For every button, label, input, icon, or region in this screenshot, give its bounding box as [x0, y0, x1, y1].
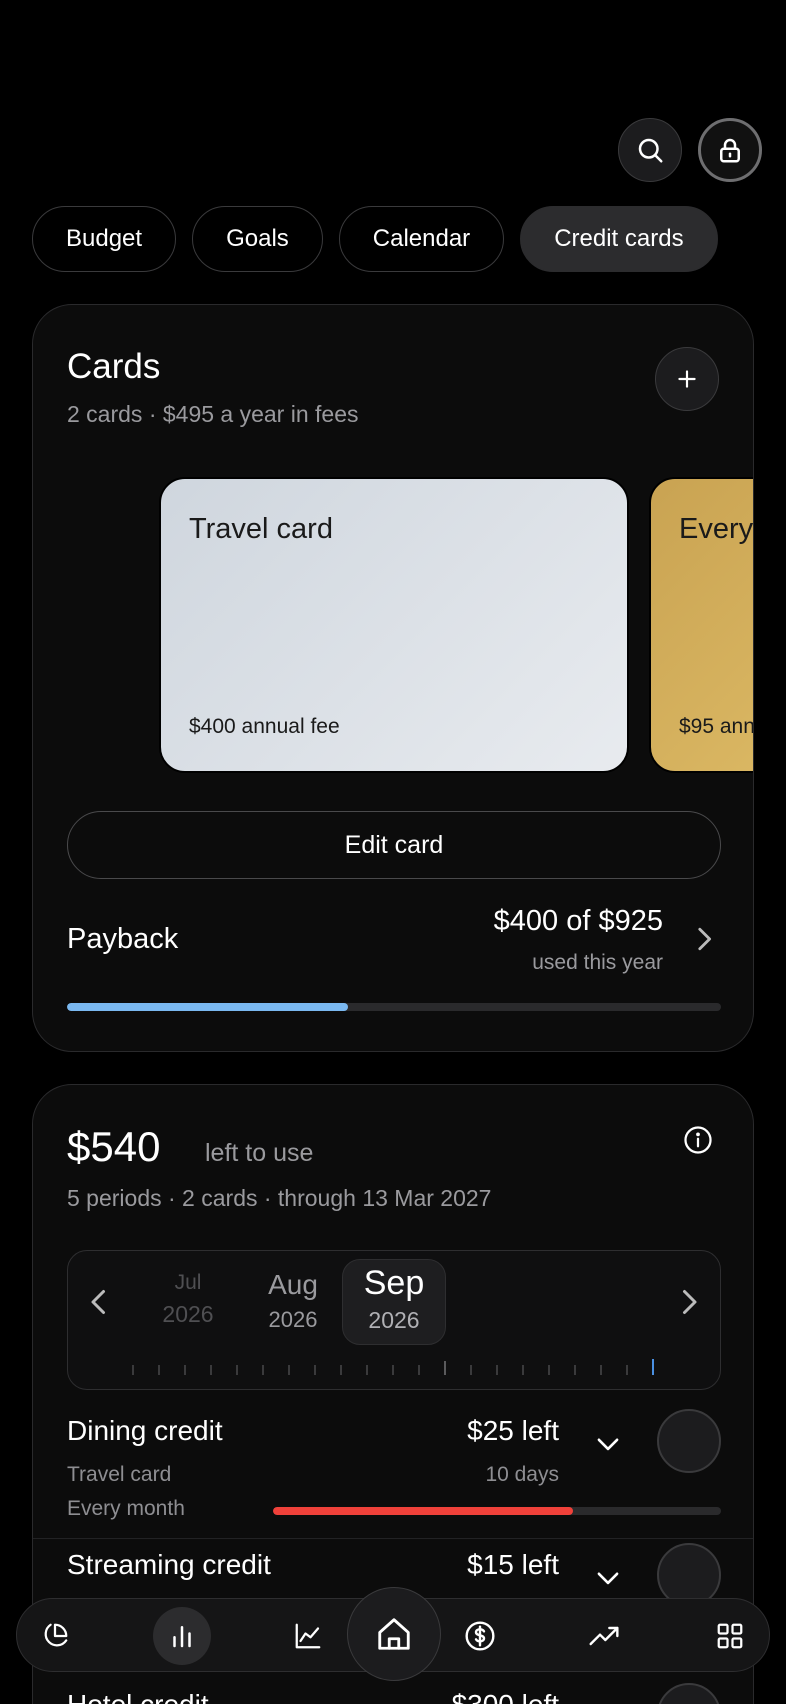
credit-check-circle[interactable] [657, 1409, 721, 1473]
card-fee: $400 annual fee [189, 715, 340, 738]
credit-left: $15 left [467, 1549, 559, 1580]
chevron-right-icon[interactable] [676, 1287, 702, 1317]
search-button[interactable] [618, 118, 682, 182]
credit-name: Streaming credit [67, 1549, 271, 1580]
plus-icon [678, 370, 696, 388]
tab-calendar[interactable]: Calendar [338, 206, 505, 272]
card-fee: $95 annual fee [679, 715, 753, 738]
timeline-tick [210, 1365, 212, 1375]
tab-bar: Budget Goals Calendar Credit cards [32, 206, 718, 272]
credit-frequency: Every month [67, 1497, 185, 1520]
credits-subtitle: 5 periods · 2 cards · through 13 Mar 202… [67, 1185, 492, 1211]
timeline-tick [288, 1365, 290, 1375]
nav-trending[interactable] [575, 1607, 633, 1665]
timeline-tick [392, 1365, 394, 1375]
timeline-tick [340, 1365, 342, 1375]
timeline-tick [366, 1365, 368, 1375]
nav-grid[interactable] [701, 1607, 759, 1665]
trending-up-icon [589, 1626, 619, 1646]
amount-left-label: left to use [205, 1139, 314, 1167]
card-carousel[interactable]: Travel card $400 annual fee Everyday car… [33, 473, 753, 773]
tab-budget[interactable]: Budget [32, 206, 177, 272]
lock-icon [720, 138, 740, 163]
period-month: Sep [363, 1264, 425, 1302]
credit-card-name: Travel card [67, 1463, 172, 1486]
chevron-left-icon[interactable] [86, 1287, 112, 1317]
line-chart-icon [295, 1623, 321, 1649]
timeline-tick [548, 1365, 550, 1375]
period-jul[interactable]: Jul 2026 [156, 1271, 220, 1328]
period-sep-selected[interactable]: Sep 2026 [342, 1259, 446, 1345]
period-timeline-ticks [68, 1359, 720, 1375]
period-aug[interactable]: Aug 2026 [260, 1269, 326, 1333]
pie-chart-icon [44, 1623, 68, 1647]
cards-title: Cards [67, 347, 161, 386]
timeline-tick [600, 1365, 602, 1375]
nav-pie-chart[interactable] [26, 1607, 84, 1665]
credit-progress-bar [273, 1507, 721, 1515]
home-icon [378, 1618, 410, 1650]
bar-chart-icon [173, 1626, 191, 1648]
period-year: 2026 [162, 1301, 214, 1327]
timeline-tick [444, 1361, 446, 1375]
timeline-tick [574, 1365, 576, 1375]
credit-check-circle[interactable] [657, 1683, 721, 1704]
dollar-icon [465, 1621, 495, 1651]
timeline-tick [184, 1365, 186, 1375]
timeline-tick [418, 1365, 420, 1375]
nav-line-chart[interactable] [279, 1607, 337, 1665]
amount-left: $540 [67, 1123, 161, 1170]
chevron-right-icon [698, 927, 711, 951]
cards-subtitle: 2 cards · $495 a year in fees [67, 401, 359, 427]
lock-button[interactable] [698, 118, 762, 182]
credit-left: $25 left [467, 1415, 559, 1446]
chevron-down-icon[interactable] [595, 1435, 621, 1455]
period-selector: Jul 2026 Aug 2026 Sep 2026 [67, 1250, 721, 1390]
period-year: 2026 [268, 1307, 318, 1332]
cards-panel: Cards 2 cards · $495 a year in fees Trav… [32, 304, 754, 1052]
card-name: Everyday card [679, 513, 753, 545]
tab-credit-cards[interactable]: Credit cards [520, 206, 718, 272]
credit-name: Dining credit [67, 1415, 223, 1446]
grid-icon [717, 1623, 743, 1649]
credit-days: 10 days [485, 1463, 559, 1486]
timeline-tick [314, 1365, 316, 1375]
credit-name: Hotel credit [67, 1689, 209, 1704]
bottom-nav [16, 1587, 770, 1681]
timeline-tick [496, 1365, 498, 1375]
payback-value: $400 of $925 [493, 905, 663, 937]
timeline-tick [626, 1365, 628, 1375]
period-month: Aug [268, 1269, 318, 1300]
payback-progress-fill [67, 1003, 349, 1011]
card-name: Travel card [189, 513, 333, 545]
nav-bar-chart[interactable] [153, 1607, 211, 1665]
edit-card-button[interactable]: Edit card [67, 811, 721, 879]
payback-label: Payback [67, 923, 179, 955]
info-icon[interactable] [683, 1125, 713, 1155]
tab-goals[interactable]: Goals [192, 206, 323, 272]
timeline-tick [522, 1365, 524, 1375]
search-icon [638, 138, 663, 163]
nav-home[interactable] [347, 1587, 441, 1681]
timeline-tick [262, 1365, 264, 1375]
credit-card-everyday[interactable]: Everyday card $95 annual fee [649, 477, 753, 773]
timeline-tick [132, 1365, 134, 1375]
timeline-tick [652, 1359, 654, 1375]
credit-progress-fill [273, 1507, 574, 1515]
period-year: 2026 [368, 1307, 420, 1333]
chevron-down-icon[interactable] [595, 1569, 621, 1589]
timeline-tick [236, 1365, 238, 1375]
add-card-button[interactable] [655, 347, 719, 411]
payback-subtext: used this year [532, 951, 663, 974]
period-month: Jul [174, 1271, 202, 1294]
divider [33, 1538, 753, 1539]
nav-dollar[interactable] [451, 1607, 509, 1665]
timeline-tick [470, 1365, 472, 1375]
credit-card-travel[interactable]: Travel card $400 annual fee [159, 477, 629, 773]
credit-left: $300 left [452, 1689, 559, 1704]
timeline-tick [158, 1365, 160, 1375]
payback-progress-bar [67, 1003, 721, 1011]
